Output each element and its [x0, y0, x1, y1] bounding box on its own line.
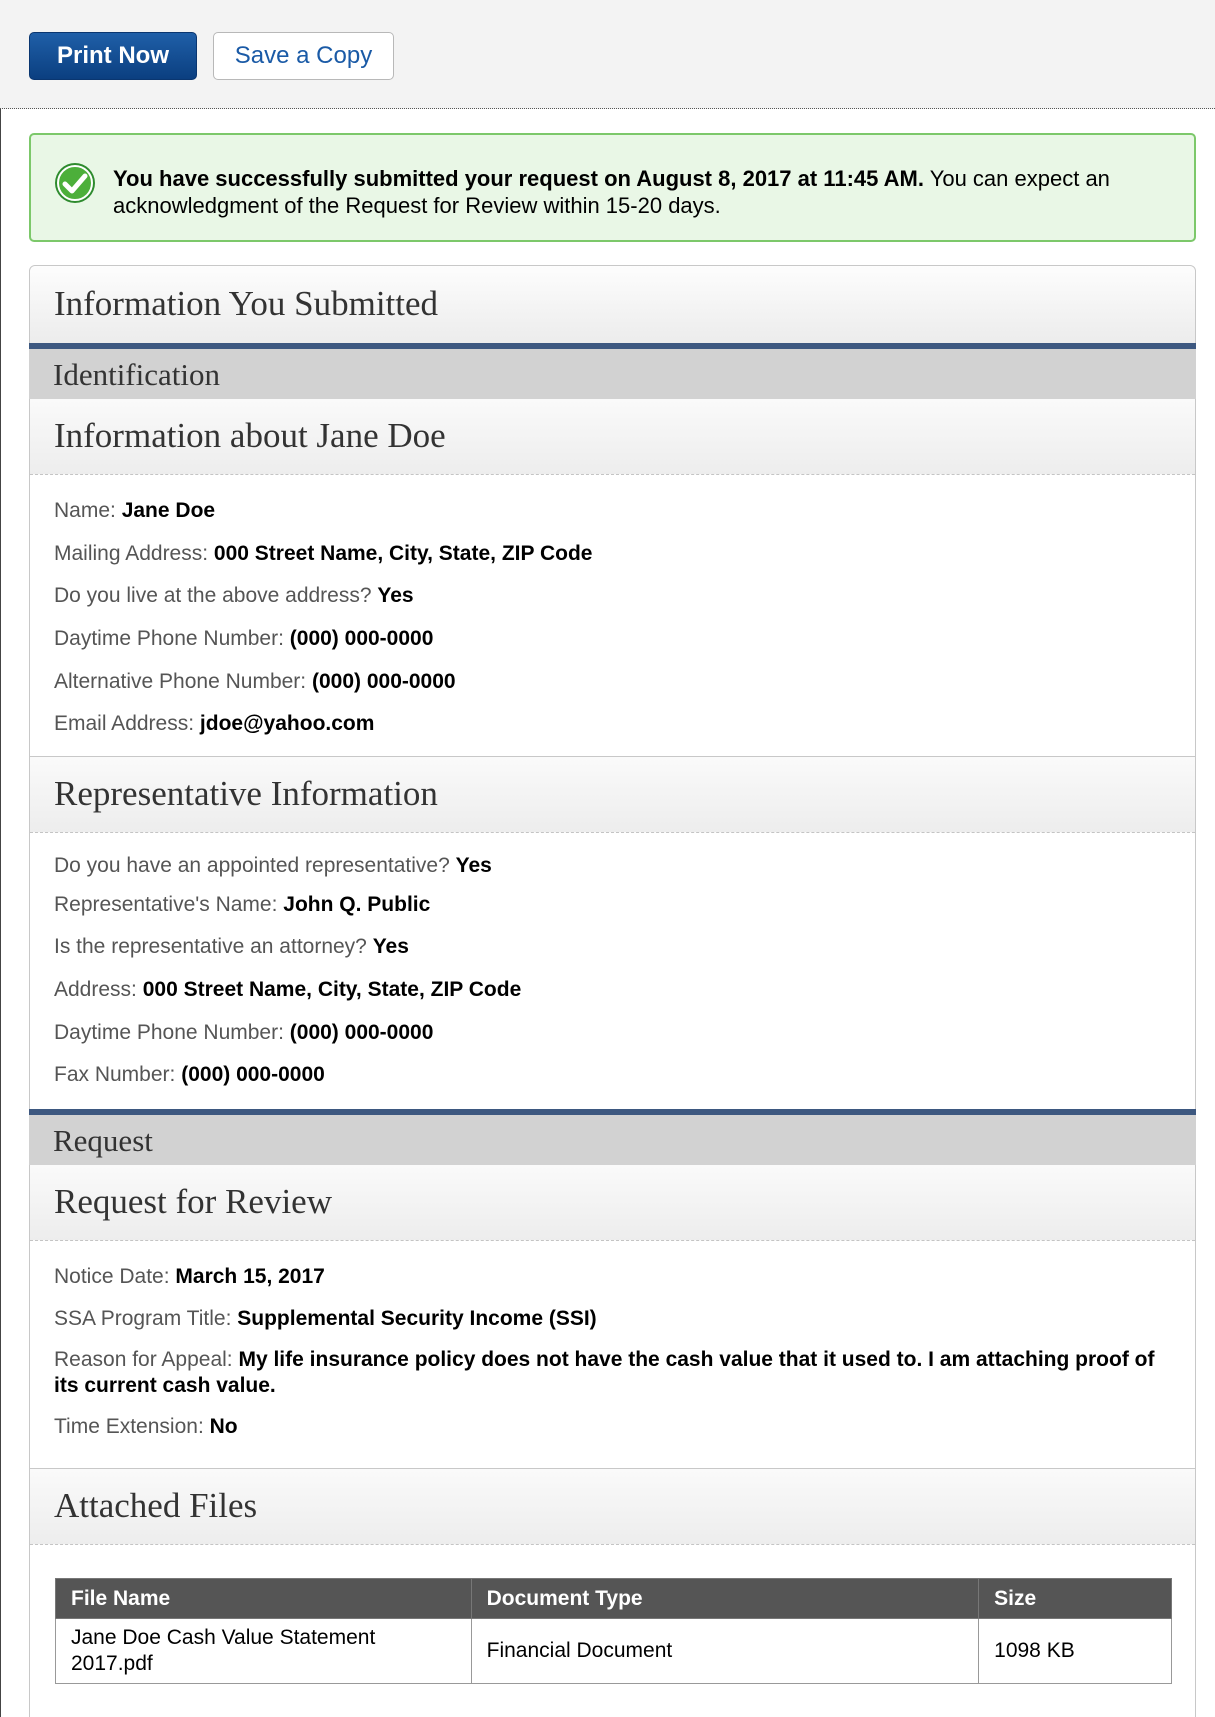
cell-size: 1098 KB: [978, 1618, 1172, 1684]
field-label: Time Extension:: [54, 1415, 204, 1438]
representative-header: Representative Information: [30, 757, 1195, 833]
field-mailing-address: Mailing Address: 000 Street Name, City, …: [54, 541, 1164, 567]
field-label: Notice Date:: [54, 1265, 170, 1288]
card-header: Information You Submitted: [30, 266, 1195, 343]
field-alternative-phone: Alternative Phone Number: (000) 000-0000: [54, 669, 1164, 695]
alert-bold-text: You have successfully submitted your req…: [113, 166, 924, 191]
field-notice-date: Notice Date: March 15, 2017: [54, 1264, 1164, 1290]
field-value: (000) 000-0000: [311, 670, 456, 693]
field-email: Email Address: jdoe@yahoo.com: [54, 711, 1164, 737]
field-value: John Q. Public: [283, 893, 431, 916]
identification-band: Identification: [29, 343, 1196, 399]
person-info-header: Information about Jane Doe: [30, 399, 1195, 475]
field-representative-attorney: Is the representative an attorney? Yes: [54, 934, 1164, 960]
field-label: Mailing Address:: [54, 542, 209, 565]
field-value: (000) 000-0000: [181, 1063, 325, 1086]
success-alert: You have successfully submitted your req…: [29, 133, 1196, 242]
table-header-row: File Name Document Type Size: [55, 1578, 1172, 1619]
field-value: jdoe@yahoo.com: [199, 712, 375, 735]
field-label: Daytime Phone Number:: [54, 1021, 284, 1044]
field-reason-for-appeal: Reason for Appeal: My life insurance pol…: [54, 1347, 1164, 1399]
column-header-document-type: Document Type: [470, 1578, 980, 1619]
attached-files-header: Attached Files: [30, 1469, 1195, 1545]
field-value: Yes: [377, 584, 414, 607]
field-label: Do you have an appointed representative?: [54, 854, 450, 877]
field-label: Daytime Phone Number:: [54, 627, 284, 650]
field-representative-phone: Daytime Phone Number: (000) 000-0000: [54, 1020, 1164, 1046]
field-label: Representative's Name:: [54, 893, 278, 916]
field-fax-number: Fax Number: (000) 000-0000: [54, 1062, 1164, 1088]
field-label: Alternative Phone Number:: [54, 670, 307, 693]
submission-card: Information You Submitted Identification…: [29, 265, 1196, 1717]
field-name: Name: Jane Doe: [54, 498, 1164, 524]
field-value: (000) 000-0000: [289, 627, 434, 650]
field-representative-address: Address: 000 Street Name, City, State, Z…: [54, 977, 1164, 1003]
field-label: Is the representative an attorney?: [54, 935, 367, 958]
cell-file-name: Jane Doe Cash Value Statement 2017.pdf: [55, 1618, 472, 1684]
field-label: Email Address:: [54, 712, 195, 735]
attached-files-title: Attached Files: [54, 1486, 258, 1525]
field-label: Do you live at the above address?: [54, 584, 372, 607]
field-daytime-phone: Daytime Phone Number: (000) 000-0000: [54, 626, 1164, 652]
field-program-title: SSA Program Title: Supplemental Security…: [54, 1306, 1164, 1332]
check-circle-icon: [55, 163, 95, 203]
field-value: 000 Street Name, City, State, ZIP Code: [142, 978, 522, 1001]
field-label: Fax Number:: [54, 1063, 176, 1086]
field-value: March 15, 2017: [175, 1265, 325, 1288]
request-review-header: Request for Review: [30, 1165, 1195, 1241]
field-value: Jane Doe: [121, 499, 216, 522]
toolbar: Print Now Save a Copy: [0, 0, 1215, 109]
table-row: Jane Doe Cash Value Statement 2017.pdf F…: [55, 1618, 1172, 1684]
field-label: Reason for Appeal:: [54, 1348, 233, 1371]
field-value: 000 Street Name, City, State, ZIP Code: [213, 542, 593, 565]
alert-message: You have successfully submitted your req…: [113, 165, 1183, 219]
request-band-title: Request: [53, 1123, 153, 1158]
print-now-button[interactable]: Print Now: [29, 32, 197, 80]
field-label: Name:: [54, 499, 116, 522]
attached-files-table: File Name Document Type Size Jane Doe Ca…: [55, 1578, 1172, 1684]
field-value: Yes: [455, 854, 492, 877]
request-band: Request: [29, 1109, 1196, 1165]
field-appointed-representative: Do you have an appointed representative?…: [54, 853, 1164, 879]
field-time-extension: Time Extension: No: [54, 1414, 1164, 1440]
field-representative-name: Representative's Name: John Q. Public: [54, 892, 1164, 918]
page-title: Information You Submitted: [54, 284, 439, 323]
field-value: No: [209, 1415, 238, 1438]
representative-title: Representative Information: [54, 774, 438, 813]
field-value: Supplemental Security Income (SSI): [237, 1307, 597, 1330]
identification-title: Identification: [53, 357, 220, 392]
field-live-at-address: Do you live at the above address? Yes: [54, 583, 1164, 609]
person-info-title: Information about Jane Doe: [54, 416, 446, 455]
field-label: Address:: [54, 978, 137, 1001]
column-header-file-name: File Name: [55, 1578, 472, 1619]
field-label: SSA Program Title:: [54, 1307, 232, 1330]
field-value: (000) 000-0000: [289, 1021, 434, 1044]
field-value: Yes: [372, 935, 409, 958]
save-a-copy-button[interactable]: Save a Copy: [213, 32, 394, 80]
column-header-size: Size: [978, 1578, 1172, 1619]
request-review-title: Request for Review: [54, 1182, 332, 1221]
cell-document-type: Financial Document: [470, 1618, 980, 1684]
